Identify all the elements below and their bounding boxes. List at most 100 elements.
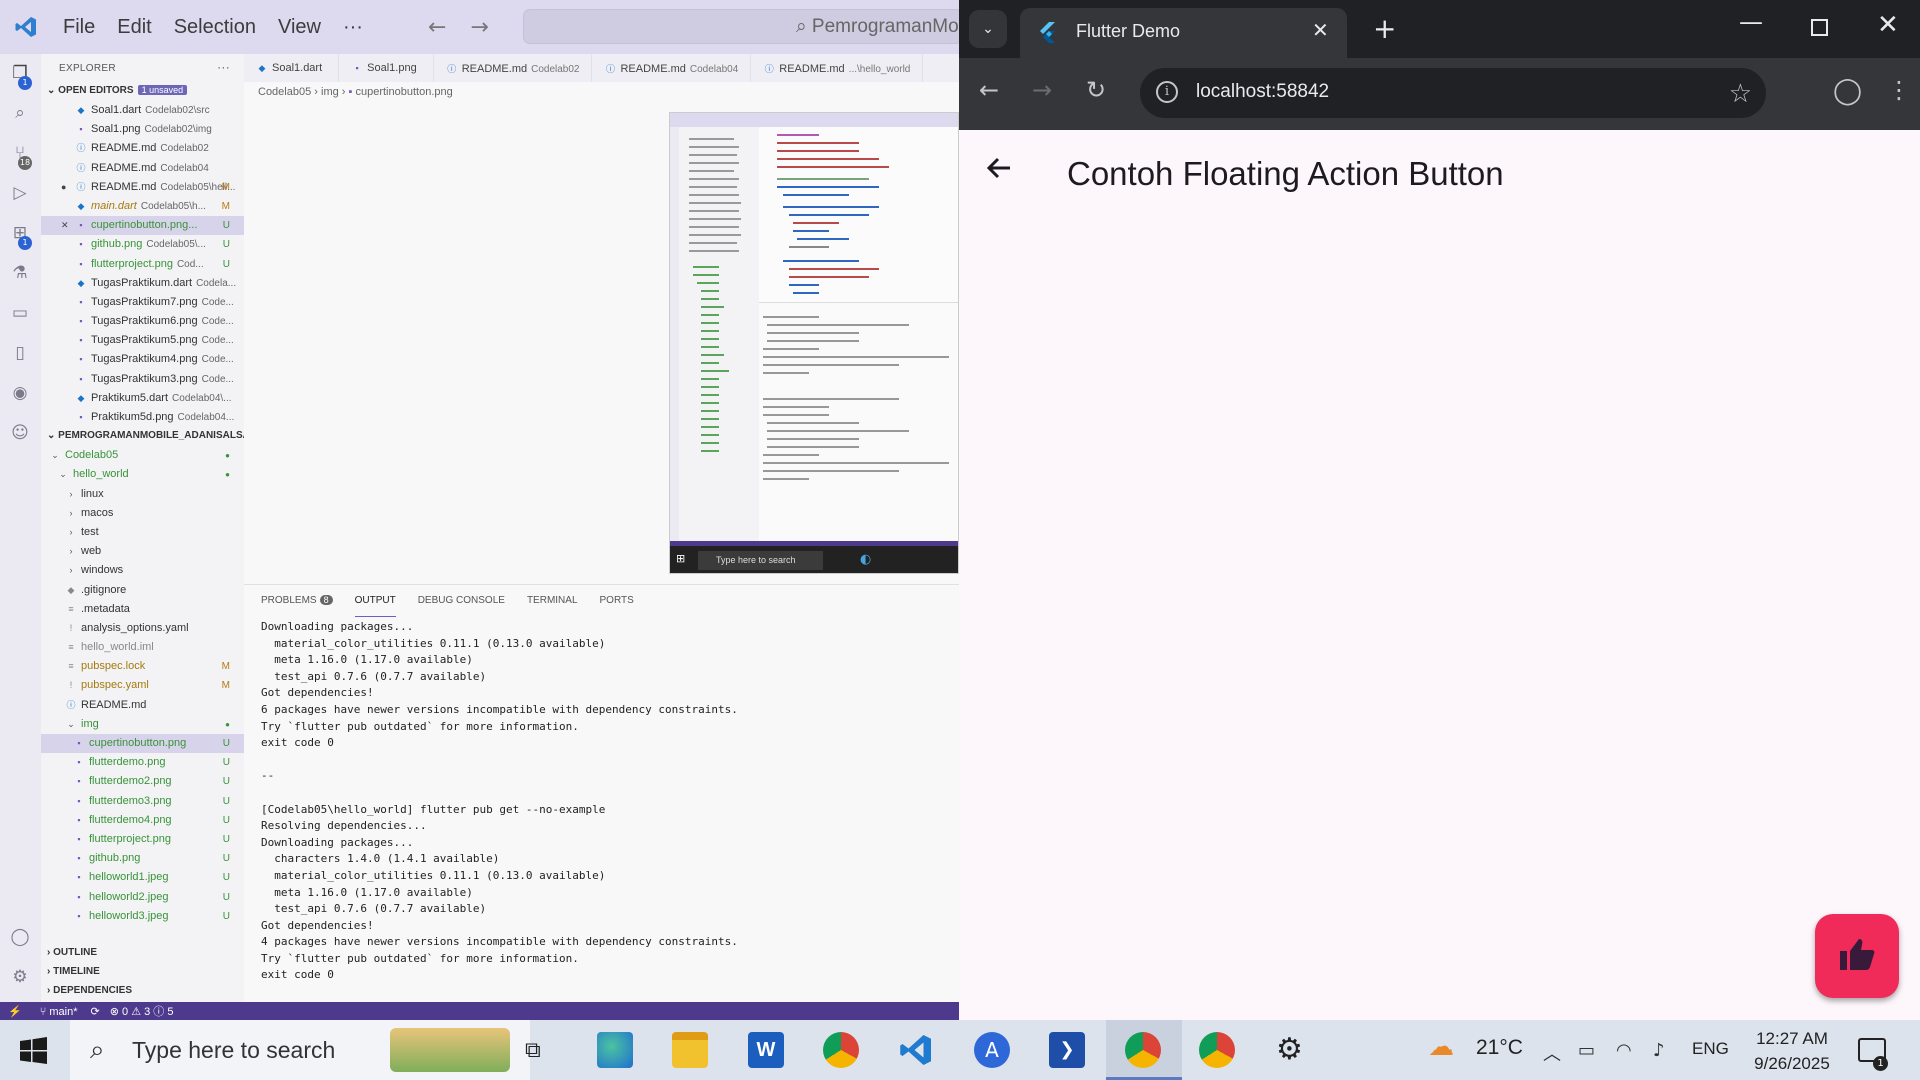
problems-status[interactable]: ⊗ 0 ⚠ 3 ⓘ 5	[110, 1003, 174, 1019]
taskbar-search-box[interactable]: ⌕ Type here to search	[70, 1020, 530, 1080]
weather-temperature[interactable]: 21°C	[1476, 1036, 1523, 1060]
tree-file[interactable]: ▪ flutterdemo4.png U	[41, 811, 244, 830]
breadcrumb-file[interactable]: cupertinobutton.png	[355, 86, 452, 98]
breadcrumb-subfolder[interactable]: img	[321, 86, 339, 98]
tree-file[interactable]: ▪ helloworld1.jpeg U	[41, 868, 244, 887]
open-editor-item[interactable]: ◆ TugasPraktikum.dart Codela...	[41, 274, 244, 293]
weather-icon[interactable]: ☁	[1428, 1032, 1454, 1062]
panel-tab-ports[interactable]: PORTS	[600, 595, 634, 617]
breadcrumb-folder[interactable]: Codelab05	[258, 86, 311, 98]
edge-icon[interactable]	[597, 1032, 633, 1068]
dependencies-section[interactable]: › DEPENDENCIES	[41, 982, 132, 1001]
command-center-search[interactable]: ⌕ PemrogramanMo	[523, 9, 959, 44]
site-info-icon[interactable]: i	[1156, 81, 1178, 103]
close-icon[interactable]: ✕	[61, 216, 75, 235]
open-editor-item[interactable]: ◆ Praktikum5.dart Codelab04\...	[41, 389, 244, 408]
chrome-menu-icon[interactable]: ⋮	[1887, 76, 1911, 104]
editor-tab[interactable]: ⓘ README.md Codelab02	[434, 54, 593, 82]
powershell-icon[interactable]: ❯	[1049, 1032, 1085, 1068]
app-back-arrow-icon[interactable]	[984, 153, 1014, 191]
editor-tab[interactable]: ⓘ README.md ...\hello_world	[751, 54, 924, 82]
clock[interactable]: 12:27 AM 9/26/2025	[1734, 1026, 1850, 1076]
open-editor-item[interactable]: ⓘ README.md Codelab04	[41, 159, 244, 178]
open-editor-item[interactable]: ▪ TugasPraktikum6.png Code...	[41, 312, 244, 331]
chrome-profile-icon[interactable]	[823, 1032, 859, 1068]
tree-file[interactable]: ▪ flutterdemo3.png U	[41, 792, 244, 811]
tree-file[interactable]: ▪ helloworld2.jpeg U	[41, 888, 244, 907]
settings-icon[interactable]: ⚙	[1276, 1032, 1303, 1067]
tree-folder[interactable]: › windows	[41, 561, 244, 580]
tree-folder[interactable]: › linux	[41, 485, 244, 504]
tree-file[interactable]: ≡ hello_world.iml	[41, 638, 244, 657]
menu-more[interactable]: ···	[332, 16, 374, 39]
open-editor-item[interactable]: ▪ Praktikum5d.png Codelab04...	[41, 408, 244, 427]
open-editor-item[interactable]: ◆ main.dart Codelab05\h... M	[41, 197, 244, 216]
tree-file[interactable]: ▪ github.png U	[41, 849, 244, 868]
windows-start-icon[interactable]	[20, 1037, 47, 1068]
tree-file[interactable]: ! pubspec.yaml M	[41, 676, 244, 695]
tree-file[interactable]: ◆ .gitignore	[41, 581, 244, 600]
window-close-icon[interactable]: ✕	[1877, 10, 1899, 40]
open-editor-item[interactable]: ◆ Soal1.dart Codelab02\src	[41, 101, 244, 120]
manage-gear-icon[interactable]: ⚙	[9, 966, 31, 988]
vscode-icon[interactable]	[898, 1032, 934, 1068]
panel-tab-debug-console[interactable]: DEBUG CONSOLE	[418, 595, 505, 617]
tree-file[interactable]: ▪ helloworld3.jpeg U	[41, 907, 244, 926]
app-icon[interactable]: A	[974, 1032, 1010, 1068]
file-explorer-icon[interactable]	[672, 1032, 708, 1068]
address-bar[interactable]: i localhost:58842 ☆	[1140, 68, 1766, 118]
battery-icon[interactable]: ▭	[1578, 1040, 1595, 1061]
menu-view[interactable]: View	[267, 16, 332, 39]
editor-tab[interactable]: ▪ Soal1.png	[339, 54, 434, 82]
copilot-icon[interactable]: ☺	[9, 422, 31, 444]
more-actions-icon[interactable]: ···	[217, 60, 230, 74]
panel-tab-problems[interactable]: PROBLEMS 8	[261, 595, 333, 617]
run-debug-icon[interactable]: ▷	[9, 182, 31, 204]
forward-arrow-icon[interactable]: →	[470, 15, 488, 40]
new-tab-plus-icon[interactable]: +	[1373, 12, 1396, 45]
open-editor-item[interactable]: ⓘ README.md Codelab02	[41, 139, 244, 158]
tree-folder[interactable]: ⌄ hello_world ●	[41, 465, 244, 484]
outline-section[interactable]: › OUTLINE	[41, 944, 97, 963]
tree-file[interactable]: ▪ flutterproject.png U	[41, 830, 244, 849]
tab-search-chevron-icon[interactable]: ⌄	[969, 10, 1007, 48]
chrome-icon[interactable]	[1125, 1032, 1161, 1068]
open-editor-item[interactable]: ▪ TugasPraktikum4.png Code...	[41, 350, 244, 369]
open-editor-item[interactable]: ▪ TugasPraktikum7.png Code...	[41, 293, 244, 312]
tree-file[interactable]: ▪ flutterdemo2.png U	[41, 772, 244, 791]
profile-icon[interactable]: ◯	[1833, 76, 1862, 106]
open-editors-section[interactable]: ⌄ OPEN EDITORS 1 unsaved	[41, 82, 244, 101]
open-editor-item[interactable]: ● ⓘ README.md Codelab05\hell... M	[41, 178, 244, 197]
task-view-icon[interactable]: ⧉	[525, 1038, 541, 1063]
tree-file[interactable]: ≡ .metadata	[41, 600, 244, 619]
notebook-icon[interactable]: ▯	[9, 342, 31, 364]
open-editor-item[interactable]: ▪ TugasPraktikum3.png Code...	[41, 370, 244, 389]
minimize-icon[interactable]: —	[1739, 8, 1763, 36]
editor-tab[interactable]: ⓘ README.md Codelab04	[592, 54, 752, 82]
tree-file[interactable]: ▪ cupertinobutton.png U	[41, 734, 244, 754]
maximize-icon[interactable]	[1811, 19, 1828, 36]
bookmark-star-icon[interactable]: ☆	[1729, 78, 1752, 109]
open-editor-item[interactable]: ▪ Soal1.png Codelab02\img	[41, 120, 244, 139]
github-icon[interactable]: ◉	[9, 382, 31, 404]
account-icon[interactable]: ◯	[9, 926, 31, 948]
tree-folder[interactable]: › test	[41, 523, 244, 542]
tree-folder[interactable]: ⌄ img ●	[41, 715, 244, 734]
menu-edit[interactable]: Edit	[106, 16, 162, 39]
timeline-section[interactable]: › TIMELINE	[41, 963, 100, 982]
reload-icon[interactable]: ↻	[1086, 76, 1106, 104]
editor-tab[interactable]: ◆ Soal1.dart	[244, 54, 340, 82]
tree-folder[interactable]: › macos	[41, 504, 244, 523]
testing-icon[interactable]: ⚗	[9, 262, 31, 284]
chrome-icon-2[interactable]	[1199, 1032, 1235, 1068]
tab-close-icon[interactable]: ✕	[1312, 18, 1329, 42]
word-icon[interactable]: W	[748, 1032, 784, 1068]
open-editor-item[interactable]: ▪ flutterproject.png Cod... U	[41, 255, 244, 274]
tree-file[interactable]: ! analysis_options.yaml	[41, 619, 244, 638]
git-branch[interactable]: ⑂ main* ⟳	[40, 1005, 100, 1018]
remote-explorer-icon[interactable]: ▭	[9, 302, 31, 324]
menu-file[interactable]: File	[52, 16, 106, 39]
floating-action-button[interactable]	[1815, 914, 1899, 998]
menu-selection[interactable]: Selection	[163, 16, 267, 39]
back-arrow-icon[interactable]: ←	[979, 76, 999, 104]
